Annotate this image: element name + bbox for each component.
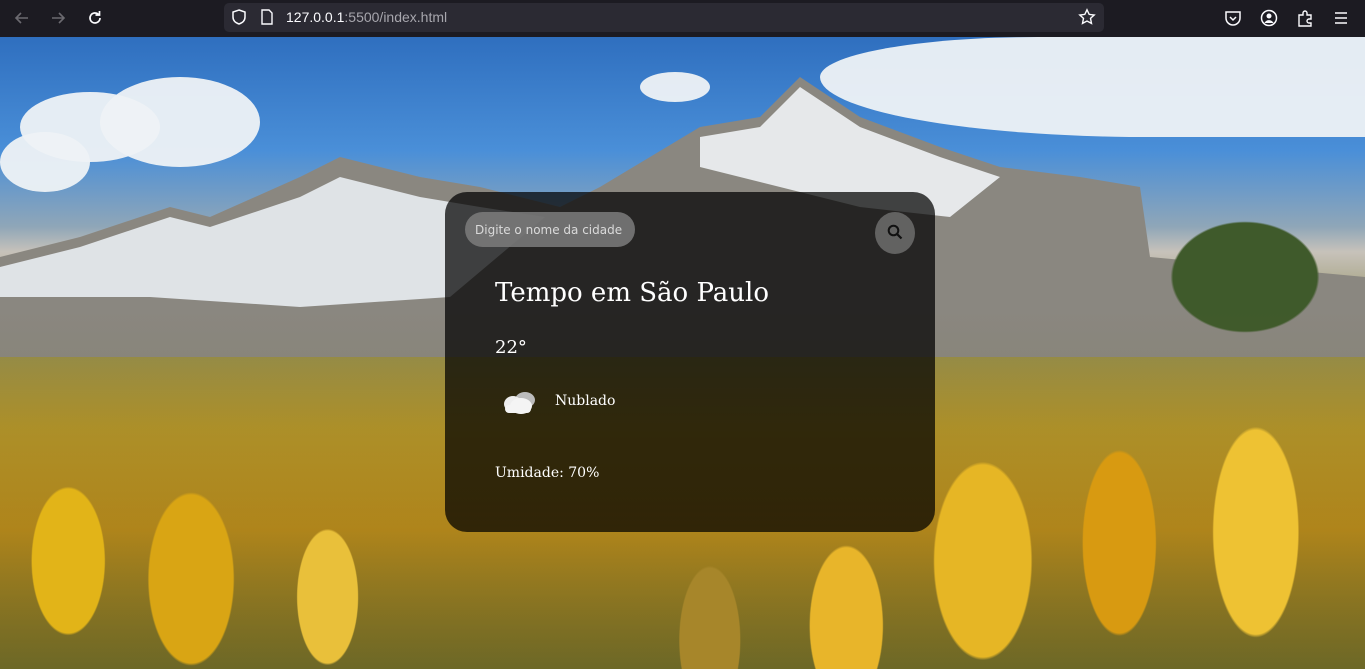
url-host: 127.0.0.1 — [286, 9, 345, 25]
forward-icon[interactable] — [45, 6, 71, 30]
url-path: :5500/index.html — [344, 9, 448, 25]
page-icon — [259, 9, 275, 29]
temperature-value: 22° — [495, 337, 527, 358]
back-icon[interactable] — [9, 6, 35, 30]
page-background: Tempo em São Paulo 22° Nublado Umidade: … — [0, 37, 1365, 669]
extensions-icon[interactable] — [1293, 6, 1317, 30]
account-icon[interactable] — [1257, 6, 1281, 30]
reload-icon[interactable] — [82, 6, 108, 30]
pocket-icon[interactable] — [1221, 6, 1245, 30]
url-text[interactable]: 127.0.0.1:5500/index.html — [286, 9, 447, 25]
humidity-value: Umidade: 70% — [495, 465, 600, 481]
url-bar[interactable]: 127.0.0.1:5500/index.html — [224, 3, 1104, 32]
search-button[interactable] — [875, 212, 915, 254]
city-title: Tempo em São Paulo — [495, 278, 770, 308]
bookmark-star-icon[interactable] — [1078, 8, 1096, 30]
search-icon — [887, 224, 903, 243]
browser-toolbar: 127.0.0.1:5500/index.html — [0, 0, 1365, 37]
menu-icon[interactable] — [1329, 6, 1353, 30]
city-search-input[interactable] — [465, 212, 635, 247]
shield-icon[interactable] — [230, 8, 248, 30]
weather-card: Tempo em São Paulo 22° Nublado Umidade: … — [445, 192, 935, 532]
cloud-icon — [499, 388, 539, 416]
weather-description: Nublado — [555, 393, 616, 409]
